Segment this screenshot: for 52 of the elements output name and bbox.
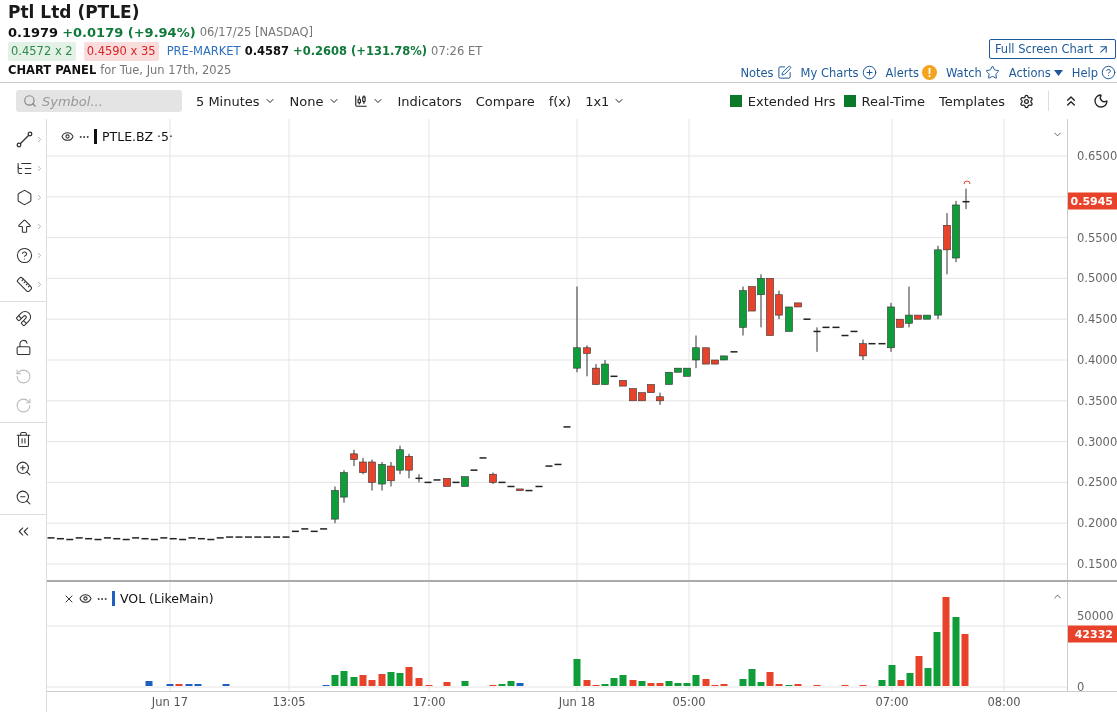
price-axis-label: 0.1500 xyxy=(1077,557,1117,571)
toolbar-button[interactable]: Compare xyxy=(475,93,535,109)
header-link[interactable]: Watch xyxy=(945,65,1000,80)
header-link[interactable]: Notes xyxy=(740,65,792,80)
full-screen-button[interactable]: Full Screen Chart xyxy=(988,39,1116,59)
time-axis-label: Jun 17 xyxy=(151,695,189,709)
symbol-search-field[interactable]: Symbol... xyxy=(16,90,182,112)
time-axis-label: 08:00 xyxy=(987,695,1021,709)
header-link[interactable]: Actions xyxy=(1008,65,1063,80)
session-change: +0.2608 (+131.78%) xyxy=(293,43,428,60)
session-price: 0.4587 xyxy=(244,43,290,60)
header-link[interactable]: My Charts xyxy=(800,65,877,80)
dropdown-button[interactable]: 5 Minutes xyxy=(196,93,276,109)
price-axis-label: 0.2000 xyxy=(1077,516,1117,531)
session-label: PRE-MARKET xyxy=(166,43,241,60)
price-change: +0.0179 (+9.94%) xyxy=(62,24,196,42)
toggle-option[interactable]: Real-Time xyxy=(843,93,925,109)
time-axis-label: 07:00 xyxy=(875,695,909,709)
stock-title: Ptl Ltd (PTLE) xyxy=(8,1,141,23)
price-axis-label: 0.6500 xyxy=(1077,149,1117,163)
time-axis-label: Jun 18 xyxy=(558,695,596,709)
toggle-option[interactable]: Extended Hrs xyxy=(729,93,836,109)
price-axis-label: 0.5000 xyxy=(1077,271,1117,286)
quote-date: 06/17/25 [NASDAQ] xyxy=(199,24,314,41)
price-axis-label: 0.4500 xyxy=(1077,312,1117,327)
volume-legend: VOL (LikeMain) xyxy=(112,591,214,606)
time-axis-label: 17:00 xyxy=(412,695,446,709)
price-axis-label: 0.3000 xyxy=(1077,434,1117,449)
dropdown-button[interactable]: None xyxy=(289,93,340,109)
layout-dropdown[interactable]: 1x1 xyxy=(585,93,626,109)
price-axis-label: 0.4000 xyxy=(1077,353,1117,367)
toolbar-button[interactable]: f(x) xyxy=(548,93,572,109)
last-price: 0.1979 xyxy=(8,24,59,42)
time-axis-label: 13:05 xyxy=(272,695,306,709)
current-volume-label: 42332 xyxy=(1068,625,1117,643)
price-axis-label: 0.2500 xyxy=(1077,475,1117,490)
price-axis-label: 0.5500 xyxy=(1077,230,1117,245)
templates-button[interactable]: Templates xyxy=(938,93,1005,109)
bid-quote: 0.4572 x 2 xyxy=(8,42,76,61)
current-price-label: 0.5945 xyxy=(1068,192,1117,210)
header-link[interactable]: Help xyxy=(1071,65,1116,80)
ask-quote: 0.4590 x 35 xyxy=(83,42,159,61)
volume-axis-label: 0 xyxy=(1077,680,1085,694)
panel-title: CHART PANEL xyxy=(8,62,97,79)
toolbar-button[interactable]: Indicators xyxy=(397,93,462,109)
header-link[interactable]: Alerts xyxy=(885,65,937,80)
panel-date: for Tue, Jun 17th, 2025 xyxy=(100,62,232,79)
price-axis-label: 0.3500 xyxy=(1077,393,1117,408)
session-time: 07:26 ET xyxy=(431,43,483,60)
time-axis-label: 05:00 xyxy=(672,695,706,709)
series-legend: PTLE.BZ ·5· xyxy=(94,129,174,144)
volume-axis-label: 50000 xyxy=(1077,609,1114,623)
